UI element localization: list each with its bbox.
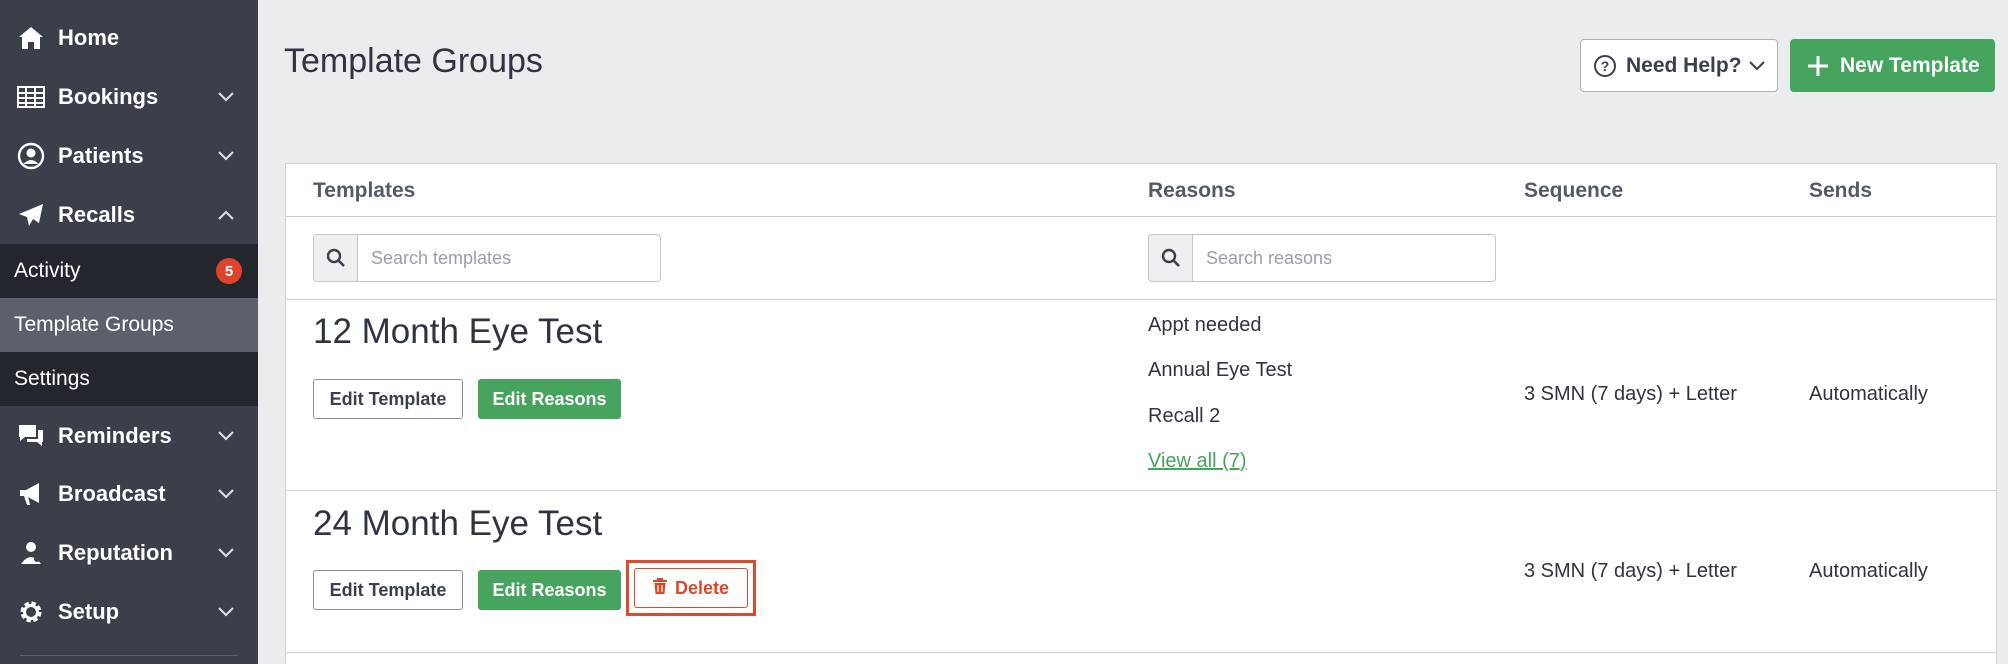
sidebar-item-home[interactable]: Home <box>0 9 258 67</box>
sidebar-item-label: Bookings <box>58 84 159 109</box>
template-title: 12 Month Eye Test <box>313 312 603 351</box>
sidebar-subitem-settings[interactable]: Settings <box>0 352 258 406</box>
template-title: 24 Month Eye Test <box>313 504 603 543</box>
reason-item: Annual Eye Test <box>1148 359 1293 381</box>
edit-template-button[interactable]: Edit Template <box>313 570 463 610</box>
chevron-down-icon <box>1749 58 1765 74</box>
gear-icon <box>17 598 45 626</box>
chevron-down-icon <box>216 146 236 166</box>
sequence-value: 3 SMN (7 days) + Letter <box>1524 383 1737 405</box>
table-divider <box>286 652 1996 653</box>
sidebar-divider <box>20 655 238 656</box>
view-all-reasons-link[interactable]: View all (7) <box>1148 450 1247 473</box>
edit-reasons-button[interactable]: Edit Reasons <box>478 570 621 610</box>
chevron-down-icon <box>216 426 236 446</box>
sidebar-subitem-template-groups[interactable]: Template Groups <box>0 298 258 352</box>
sidebar-item-label: Patients <box>58 143 144 168</box>
question-circle-icon: ? <box>1593 54 1617 78</box>
sidebar-item-label: Home <box>58 25 120 50</box>
sidebar-item-reputation[interactable]: Reputation <box>0 524 258 582</box>
sidebar-subitem-activity[interactable]: Activity 5 <box>0 244 258 298</box>
page-title: Template Groups <box>284 42 543 80</box>
notification-badge: 5 <box>216 258 242 284</box>
delete-highlight: Delete <box>626 560 756 616</box>
column-header-sequence: Sequence <box>1524 179 1624 202</box>
column-header-reasons: Reasons <box>1148 179 1236 202</box>
new-template-button[interactable]: New Template <box>1790 39 1995 92</box>
user-circle-icon <box>17 142 45 170</box>
sidebar-subitem-label: Template Groups <box>14 313 174 336</box>
sidebar-item-label: Recalls <box>58 202 136 227</box>
edit-reasons-button[interactable]: Edit Reasons <box>478 379 621 419</box>
edit-template-button[interactable]: Edit Template <box>313 379 463 419</box>
plus-icon <box>1806 54 1830 78</box>
megaphone-icon <box>17 480 45 508</box>
reason-item: Appt needed <box>1148 314 1262 336</box>
column-header-sends: Sends <box>1809 179 1873 202</box>
search-templates-input[interactable] <box>358 247 648 269</box>
sidebar-item-label: Setup <box>58 599 120 624</box>
sidebar-subitem-label: Settings <box>14 367 90 390</box>
sidebar-item-reminders[interactable]: Reminders <box>0 407 258 465</box>
svg-text:?: ? <box>1601 58 1610 74</box>
sidebar-subitem-label: Activity <box>14 259 81 282</box>
chat-bubbles-icon <box>17 422 45 450</box>
sidebar-item-bookings[interactable]: Bookings <box>0 68 258 126</box>
table-divider <box>286 216 1996 217</box>
trash-icon <box>652 577 667 599</box>
sends-value: Automatically <box>1809 560 1928 582</box>
sidebar: Home Bookings Patients Recalls Activity … <box>0 0 258 664</box>
user-badge-icon <box>17 539 45 567</box>
search-reasons-field[interactable] <box>1148 234 1496 282</box>
chevron-down-icon <box>216 602 236 622</box>
sidebar-item-label: Broadcast <box>58 481 166 506</box>
sidebar-item-patients[interactable]: Patients <box>0 127 258 185</box>
sidebar-item-label: Reminders <box>58 423 172 448</box>
table-divider <box>286 490 1996 491</box>
search-reasons-input[interactable] <box>1193 247 1483 269</box>
sends-value: Automatically <box>1809 383 1928 405</box>
delete-button[interactable]: Delete <box>634 568 748 608</box>
sidebar-item-recalls[interactable]: Recalls <box>0 186 258 244</box>
home-icon <box>17 24 45 52</box>
delete-label: Delete <box>674 577 730 598</box>
need-help-label: Need Help? <box>1626 53 1742 77</box>
sidebar-item-broadcast[interactable]: Broadcast <box>0 465 258 523</box>
chevron-down-icon <box>216 484 236 504</box>
search-icon <box>314 235 358 281</box>
search-icon <box>1149 235 1193 281</box>
chevron-up-icon <box>216 205 236 225</box>
column-header-templates: Templates <box>313 179 416 202</box>
sequence-value: 3 SMN (7 days) + Letter <box>1524 560 1737 582</box>
need-help-dropdown[interactable]: ? Need Help? <box>1580 39 1778 92</box>
chevron-down-icon <box>216 543 236 563</box>
sidebar-item-label: Reputation <box>58 540 173 565</box>
calendar-grid-icon <box>17 83 45 111</box>
reason-item: Recall 2 <box>1148 405 1221 427</box>
search-templates-field[interactable] <box>313 234 661 282</box>
new-template-label: New Template <box>1840 53 1980 77</box>
paper-plane-icon <box>17 201 45 229</box>
sidebar-item-setup[interactable]: Setup <box>0 583 258 641</box>
templates-table: Templates Reasons Sequence Sends 12 Mont… <box>285 163 1997 664</box>
chevron-down-icon <box>216 87 236 107</box>
table-divider <box>286 299 1996 300</box>
